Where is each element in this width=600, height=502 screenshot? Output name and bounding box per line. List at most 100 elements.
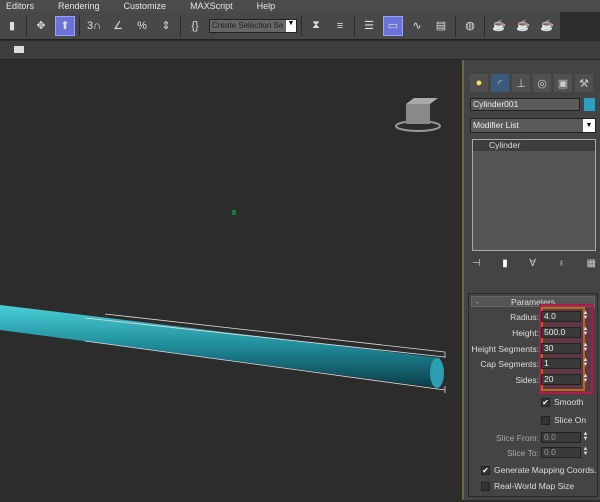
param-label: Height Segments: xyxy=(471,344,539,354)
divider xyxy=(484,15,485,36)
generate-mapping-label: Generate Mapping Coords. xyxy=(494,465,597,475)
slice-on-checkbox[interactable]: Slice On xyxy=(541,415,586,425)
slice-to-input[interactable]: 0.0 xyxy=(541,447,581,458)
spinner-icon[interactable]: ▲ ▼ xyxy=(582,373,589,385)
divider xyxy=(354,15,355,36)
parameters-rollout: - Parameters Radius: 4.0 ▲ ▼ Height: 500.0 ▲ ▼ … xyxy=(468,293,598,497)
main-toolbar: ▮ ✥ ⬆ 3∩ ∠ % ⇕ {} Create Selection Se ▼ ⧗… xyxy=(0,12,560,40)
mirror-icon[interactable]: ⧗ xyxy=(306,16,326,36)
create-tab-icon[interactable]: ● xyxy=(470,74,488,92)
smooth-checkbox[interactable]: ✔ Smooth xyxy=(541,397,583,407)
make-unique-icon[interactable]: ∀ xyxy=(529,258,536,269)
menu-customize[interactable]: Customize xyxy=(118,0,173,12)
object-color-swatch[interactable] xyxy=(584,98,595,111)
param-label: Slice From: xyxy=(496,433,539,443)
param-height: Height: 500.0 ▲ ▼ xyxy=(469,326,599,339)
ribbon-bar xyxy=(0,41,600,60)
cap-segments-input[interactable]: 1 xyxy=(541,358,581,369)
graphite-icon[interactable]: ▭ xyxy=(383,15,403,36)
percent-snap-icon[interactable]: % xyxy=(132,16,152,36)
param-label: Cap Segments: xyxy=(480,359,539,369)
smooth-label: Smooth xyxy=(554,397,584,407)
move-icon[interactable]: ✥ xyxy=(31,16,51,36)
menu-editors[interactable]: Editors xyxy=(0,0,40,12)
motion-tab-icon[interactable]: ◎ xyxy=(533,74,551,92)
material-editor-icon[interactable]: ◍ xyxy=(460,16,480,36)
param-label: Height: xyxy=(512,328,539,338)
snap-3d-icon[interactable]: 3∩ xyxy=(84,16,104,36)
curve-editor-icon[interactable]: ∿ xyxy=(407,16,427,36)
chevron-down-icon[interactable]: ▼ xyxy=(583,119,595,132)
menu-bar: Editors Rendering Customize MAXScript He… xyxy=(0,0,600,12)
render-icon[interactable]: ☕ xyxy=(537,16,557,36)
remove-modifier-icon[interactable]: ♁ xyxy=(558,258,566,269)
radius-input[interactable]: 4.0 xyxy=(541,311,581,322)
ribbon-toggle-icon[interactable] xyxy=(14,46,24,53)
height-segments-input[interactable]: 30 xyxy=(541,343,581,354)
selection-set-dropdown[interactable]: Create Selection Se ▼ xyxy=(209,18,297,33)
edit-named-sets-icon[interactable]: {} xyxy=(185,16,205,36)
pivot-marker xyxy=(232,210,236,215)
modifier-stack: Cylinder xyxy=(472,139,596,251)
sides-input[interactable]: 20 xyxy=(541,374,581,385)
cylinder-cap xyxy=(430,358,444,388)
divider xyxy=(301,15,302,36)
checkbox-box xyxy=(481,481,490,491)
render-setup-icon[interactable]: ☕ xyxy=(489,16,509,36)
cylinder-object xyxy=(0,305,440,388)
param-cap-segments: Cap Segments: 1 ▲ ▼ xyxy=(469,357,599,370)
checkbox-box xyxy=(541,415,550,425)
spinner-icon[interactable]: ▲ ▼ xyxy=(582,342,589,354)
divider xyxy=(26,15,27,36)
spinner-icon[interactable]: ▲ ▼ xyxy=(582,431,589,443)
align-icon[interactable]: ≡ xyxy=(330,16,350,36)
perspective-viewport[interactable] xyxy=(0,60,462,500)
spinner-icon[interactable]: ▲ ▼ xyxy=(582,357,589,369)
real-world-label: Real-World Map Size xyxy=(494,481,575,491)
select-object-icon[interactable]: ⬆ xyxy=(55,15,75,36)
divider xyxy=(180,15,181,36)
slice-from-input[interactable]: 0.0 xyxy=(541,432,581,443)
generate-mapping-checkbox[interactable]: ✔ Generate Mapping Coords. xyxy=(481,465,597,475)
pin-stack-icon[interactable]: ⊣ xyxy=(472,258,481,269)
param-label: Slice To: xyxy=(507,448,539,458)
menu-rendering[interactable]: Rendering xyxy=(52,0,106,12)
checkmark-icon: ✔ xyxy=(481,465,490,475)
schematic-icon[interactable]: ▤ xyxy=(431,16,451,36)
viewport-scene xyxy=(0,98,446,393)
viewcube-icon xyxy=(395,98,441,132)
divider xyxy=(79,15,80,36)
param-slice-from: Slice From: 0.0 ▲ ▼ xyxy=(469,431,599,444)
collapse-icon: - xyxy=(476,297,479,307)
modifier-list-dropdown[interactable]: Modifier List ▼ xyxy=(470,118,596,133)
modify-tab-icon[interactable]: ◜ xyxy=(491,74,509,92)
param-height-segments: Height Segments: 30 ▲ ▼ xyxy=(469,342,599,355)
command-panel: ● ◜ ⊥ ◎ ▣ ⚒ Cylinder001 Modifier List ▼ C… xyxy=(462,60,600,500)
object-name-input[interactable]: Cylinder001 xyxy=(470,98,580,111)
configure-sets-icon[interactable]: ▦ xyxy=(587,258,596,269)
layers-icon[interactable]: ☰ xyxy=(359,16,379,36)
checkmark-icon: ✔ xyxy=(541,397,550,407)
spinner-icon[interactable]: ▲ ▼ xyxy=(582,446,589,458)
chevron-down-icon[interactable]: ▼ xyxy=(286,19,296,32)
utilities-tab-icon[interactable]: ⚒ xyxy=(575,74,593,92)
real-world-map-checkbox[interactable]: Real-World Map Size xyxy=(481,481,574,491)
stack-item-cylinder[interactable]: Cylinder xyxy=(473,140,595,151)
display-tab-icon[interactable]: ▣ xyxy=(554,74,572,92)
bookmark-icon[interactable]: ▮ xyxy=(2,16,22,36)
menu-maxscript[interactable]: MAXScript xyxy=(184,0,239,12)
spinner-icon[interactable]: ▲ ▼ xyxy=(582,326,589,338)
render-frame-icon[interactable]: ☕ xyxy=(513,16,533,36)
hierarchy-tab-icon[interactable]: ⊥ xyxy=(512,74,530,92)
height-input[interactable]: 500.0 xyxy=(541,327,581,338)
divider xyxy=(455,15,456,36)
spinner-snap-icon[interactable]: ⇕ xyxy=(156,16,176,36)
menu-help[interactable]: Help xyxy=(251,0,282,12)
param-slice-to: Slice To: 0.0 ▲ ▼ xyxy=(469,446,599,459)
angle-snap-icon[interactable]: ∠ xyxy=(108,16,128,36)
param-label: Radius: xyxy=(510,312,539,322)
selection-set-value: Create Selection Se xyxy=(212,21,284,30)
spinner-icon[interactable]: ▲ ▼ xyxy=(582,310,589,322)
param-label: Sides: xyxy=(515,375,539,385)
show-end-result-icon[interactable]: ▮ xyxy=(502,258,508,269)
